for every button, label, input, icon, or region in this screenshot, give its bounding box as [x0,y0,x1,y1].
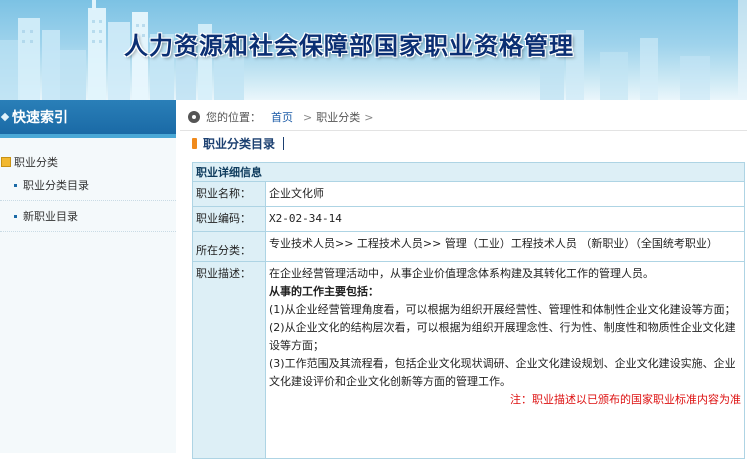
sidebar-item-occupation-catalog[interactable]: 职业分类目录 [0,170,176,201]
table-header-row: 职业详细信息 [192,162,745,182]
sidebar-header: 快速索引 [0,100,176,134]
sidebar-title: 快速索引 [12,110,68,126]
sidebar-item-label: 新职业目录 [23,210,78,223]
banner-edge [738,0,747,100]
sidebar-category-occupation[interactable]: 职业分类 [0,154,176,170]
description-task: (3)工作范围及其流程看，包括企业文化现状调研、企业文化建设规划、企业文化建设实… [269,357,736,388]
table-row: 职业名称： 企业文化师 [192,181,745,207]
site-title: 人力资源和社会保障部国家职业资格管理 [124,32,574,60]
breadcrumb-separator: > [364,110,374,124]
table-row: 所在分类： 专业技术人员>> 工程技术人员>> 管理（工业）工程技术人员 （新职… [192,231,745,262]
occupation-category-value: 专业技术人员>> 工程技术人员>> 管理（工业）工程技术人员 （新职业）（全国统… [265,231,745,262]
description-task: (2)从企业文化的结构层次看，可以根据为组织开展理念性、行为性、制度性和物质性企… [269,321,736,352]
field-label: 职业名称： [192,181,266,207]
diamond-bullet-icon [0,112,10,122]
breadcrumb-separator: > [303,110,313,124]
section-title-text: 职业分类目录 [203,136,276,151]
field-label: 所在分类： [192,231,266,262]
table-row: 职业描述： 在企业经营管理活动中，从事企业价值理念体系构建及其转化工作的管理人员… [192,261,745,459]
breadcrumb-home-link[interactable]: 首页 [271,109,293,125]
field-label: 职业编码： [192,206,266,232]
main-content: 您的位置： 首页 > 职业分类 > 职业分类目录 职业详细信息 职业名称： 企业… [176,100,747,459]
square-bullet-icon [14,214,17,218]
breadcrumb-prefix: 您的位置： [206,111,261,124]
section-heading: 职业分类目录 [192,134,285,152]
breadcrumb-current-link[interactable]: 职业分类 [316,109,360,125]
table-row: 职业编码： X2-02-34-14 [192,206,745,232]
table-heading: 职业详细信息 [192,162,745,182]
description-tasks-heading: 从事的工作主要包括： [269,285,379,298]
sidebar-item-new-occupation-catalog[interactable]: 新职业目录 [0,201,176,232]
sidebar-category-label: 职业分类 [14,156,58,169]
header-banner: 人力资源和社会保障部国家职业资格管理 [0,0,747,100]
sidebar: 快速索引 职业分类 职业分类目录 新职业目录 [0,100,176,453]
title-divider [283,136,285,150]
occupation-code-value: X2-02-34-14 [265,206,745,232]
description-note: 注：职业描述以已颁布的国家职业标准内容为准 [510,393,741,406]
occupation-description: 在企业经营管理活动中，从事企业价值理念体系构建及其转化工作的管理人员。 从事的工… [265,261,745,459]
square-bullet-icon [14,183,17,187]
description-intro: 在企业经营管理活动中，从事企业价值理念体系构建及其转化工作的管理人员。 [269,267,654,280]
sidebar-item-label: 职业分类目录 [23,179,89,192]
orange-tag-icon [192,137,197,149]
field-label: 职业描述： [192,261,266,459]
description-task: (1)从企业经营管理角度看，可以根据为组织开展经营性、管理性和体制性企业文化建设… [269,303,736,316]
folder-icon [1,157,11,167]
breadcrumb: 您的位置： 首页 > 职业分类 > [180,104,747,131]
occupation-detail-table: 职业详细信息 职业名称： 企业文化师 职业编码： X2-02-34-14 所在分… [192,162,745,459]
sidebar-stripe [0,134,176,138]
occupation-name-value: 企业文化师 [265,181,745,207]
location-pin-icon [188,111,200,123]
